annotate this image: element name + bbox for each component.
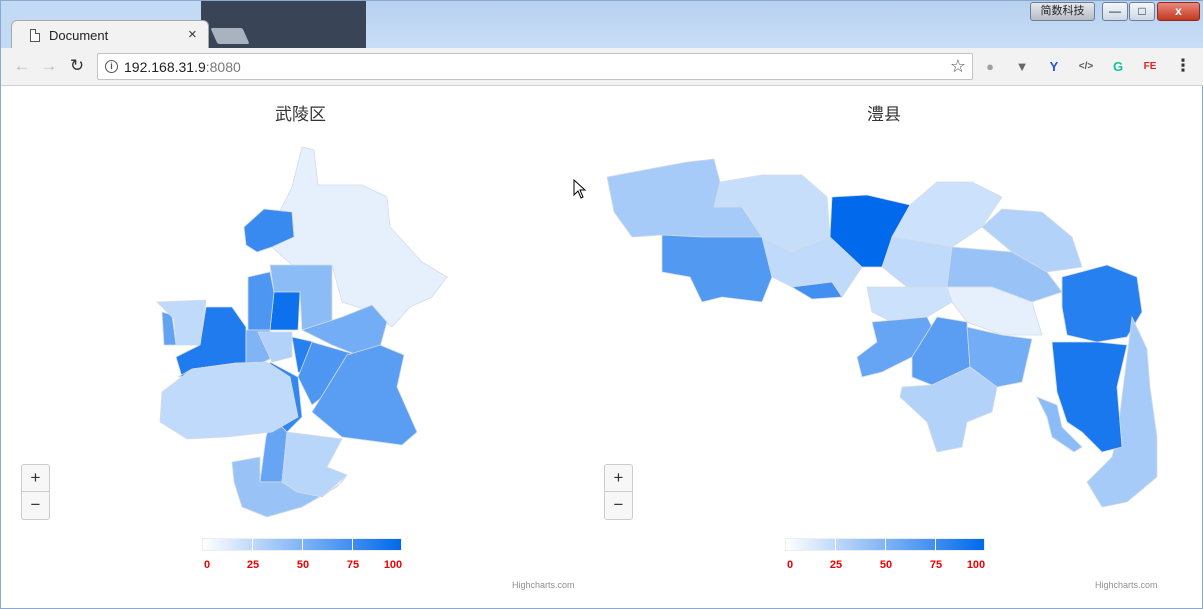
url-host: 192.168.31.9 — [124, 59, 206, 75]
map-region-12[interactable] — [866, 286, 953, 323]
window-label: 简数科技 — [1030, 2, 1095, 21]
map-region-19[interactable] — [899, 366, 998, 453]
address-bar[interactable]: i 192.168.31.9:8080 ☆ — [97, 53, 973, 80]
legend-tick — [935, 538, 936, 551]
document-icon — [30, 29, 40, 42]
fe-ext-icon[interactable]: FE — [1141, 58, 1159, 76]
vue-ext-icon[interactable]: ▼ — [1013, 58, 1031, 76]
close-window-button[interactable]: x — [1157, 2, 1200, 21]
credits-link[interactable]: Highcharts.com — [1095, 580, 1158, 590]
legend-label: 75 — [929, 559, 943, 571]
tab-document[interactable]: Document × — [11, 20, 209, 49]
legend-label: 25 — [829, 559, 843, 571]
reload-icon[interactable]: ↻ — [67, 56, 87, 76]
new-tab-button[interactable] — [210, 28, 250, 44]
zoom-in-button[interactable]: + — [604, 464, 633, 492]
zoom-out-button[interactable]: − — [604, 492, 633, 520]
map-region-7[interactable] — [891, 181, 1003, 248]
page-content: 武陵区 + − 0 25 50 75 100 Highcharts.com 澧县… — [2, 87, 1202, 608]
minimize-button[interactable]: — — [1102, 2, 1128, 21]
grammarly-ext-icon[interactable]: G — [1109, 58, 1127, 76]
tab-title: Document — [49, 28, 109, 43]
browser-toolbar: ← → ↻ i 192.168.31.9:8080 ☆ ● ▼ Y </> G FE ⋮ — [1, 48, 1203, 86]
bookmark-star-icon[interactable]: ☆ — [950, 56, 966, 77]
maximize-button[interactable]: □ — [1129, 2, 1155, 21]
map-lixian-svg — [606, 158, 1158, 508]
legend-label: 100 — [966, 559, 986, 571]
browser-window: Document × 简数科技 — □ x ← → ↻ i 192.168.31… — [0, 0, 1203, 609]
circle-ext-icon[interactable]: ● — [981, 58, 999, 76]
tab-close-icon[interactable]: × — [188, 26, 197, 43]
legend-tick — [835, 538, 836, 551]
info-icon[interactable]: i — [105, 60, 118, 73]
url-port: :8080 — [205, 59, 241, 75]
map-region-3[interactable] — [661, 234, 773, 303]
legend-label: 50 — [879, 559, 893, 571]
back-arrow-icon[interactable]: ← — [12, 56, 32, 76]
url-text[interactable]: 192.168.31.9:8080 — [124, 59, 241, 75]
legend-label: 0 — [786, 559, 794, 571]
title-bar: Document × 简数科技 — □ x — [1, 1, 1203, 49]
mouse-cursor-icon — [573, 179, 587, 199]
y-ext-icon[interactable]: Y — [1045, 58, 1063, 76]
menu-icon[interactable]: ⋮ — [1173, 56, 1193, 76]
forward-arrow-icon[interactable]: → — [39, 56, 59, 76]
legend-tick — [885, 538, 886, 551]
code-ext-icon[interactable]: </> — [1077, 58, 1095, 76]
